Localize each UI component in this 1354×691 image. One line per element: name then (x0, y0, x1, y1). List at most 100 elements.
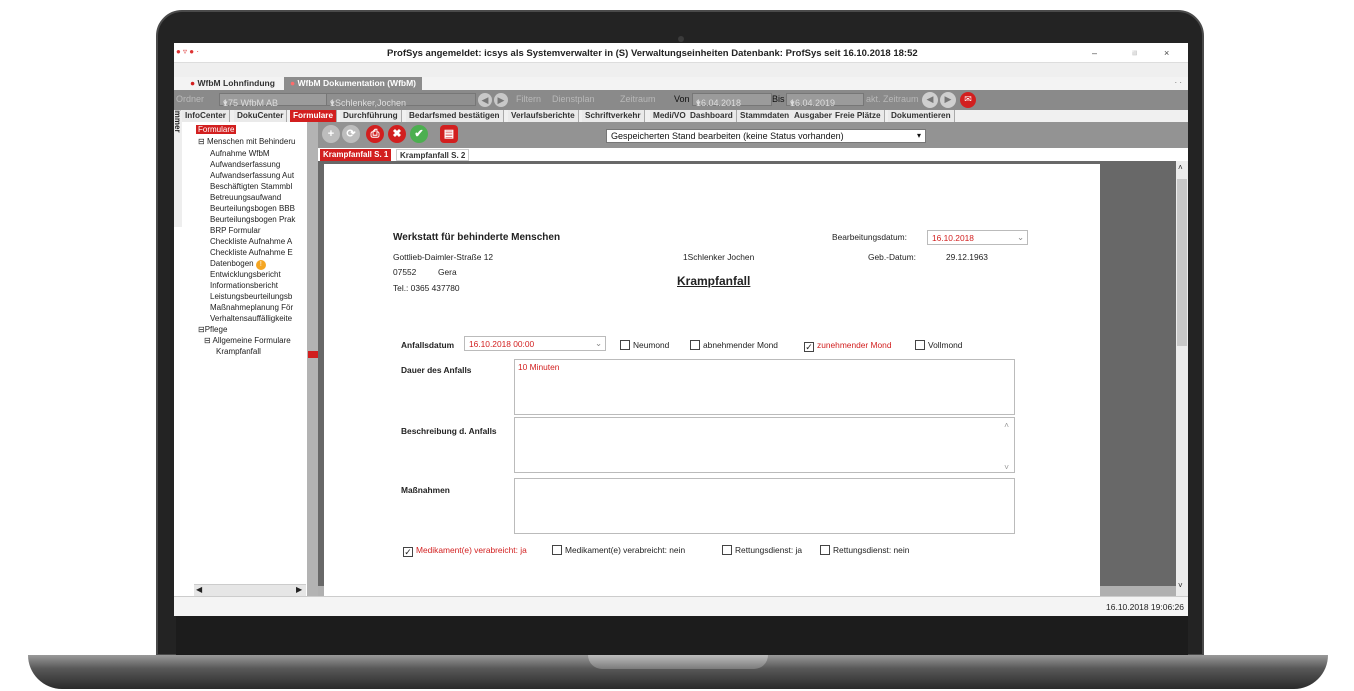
checkbox-rettungsdienst-nein[interactable]: Rettungsdienst: nein (820, 545, 909, 555)
print-icon[interactable]: ⎙ (366, 125, 384, 143)
tree-group-allgemeine[interactable]: ⊟ Allgemeine Formulare (204, 336, 291, 345)
scroll-right-icon[interactable]: ▶ (296, 585, 302, 594)
scroll-up-icon[interactable]: ˄ (1004, 420, 1009, 430)
saved-state-select[interactable]: Gespeicherten Stand bearbeiten (keine St… (606, 129, 926, 143)
arrow-left-icon[interactable]: ◀ (478, 93, 492, 107)
tree-item[interactable]: Betreuungsaufwand (210, 193, 281, 202)
dienstplan-link[interactable]: Dienstplan (552, 94, 595, 104)
tree-item[interactable]: Checkliste Aufnahme E (210, 248, 293, 257)
tree-item[interactable]: Aufnahme WfbM (210, 149, 270, 158)
checkbox-label: Rettungsdienst: nein (833, 545, 910, 555)
panel-splitter[interactable] (307, 122, 318, 596)
beschreibung-textarea[interactable]: ˄ ˅ (514, 417, 1015, 473)
checkbox-vollmond[interactable]: Vollmond (915, 340, 962, 350)
app-tab-row: ● WfbM Lohnfindung ● WfbM Dokumentation … (174, 77, 1188, 90)
tree-scrollbar[interactable]: ◀ ▶ (194, 584, 306, 596)
tree-item[interactable]: Verhaltensauffälligkeite (210, 314, 292, 323)
chevron-down-icon: ⌄ (1016, 232, 1024, 242)
menu-verlaufsberichte[interactable]: Verlaufsberichte (508, 110, 579, 122)
menu-dokucenter[interactable]: DokuCenter (234, 110, 288, 122)
add-icon[interactable]: + (322, 125, 340, 143)
massnahmen-textarea[interactable] (514, 478, 1015, 534)
menu-infocenter[interactable]: InfoCenter (182, 110, 230, 122)
tree-item[interactable]: Beurteilungsbogen Prak (210, 215, 295, 224)
tree-item-krampfanfall[interactable]: Krampfanfall (216, 347, 261, 356)
menu-ausgaben[interactable]: Ausgaben (791, 110, 838, 122)
zeitraum-link[interactable]: Zeitraum (620, 94, 656, 104)
tab-overflow-icon[interactable]: · · (1174, 78, 1182, 87)
page-tab-1[interactable]: Krampfanfall S. 1 (320, 149, 392, 161)
anfallsdatum-input[interactable]: 16.10.2018 00:00 ⌄ (464, 336, 606, 351)
mail-icon[interactable]: ✉ (960, 92, 976, 108)
tree-item[interactable]: BRP Formular (210, 226, 261, 235)
tree-item[interactable]: Aufwandserfassung (210, 160, 280, 169)
arrow-right-icon[interactable]: ▶ (494, 93, 508, 107)
checkbox-label: Medikament(e) verabreicht: nein (565, 545, 686, 555)
close-button[interactable]: × (1164, 48, 1169, 58)
scroll-down-icon[interactable]: ˅ (1178, 581, 1183, 590)
org-phone: Tel.: 0365 437780 (393, 283, 460, 293)
tab-dot-icon: ● (190, 78, 196, 88)
massnahmen-label: Maßnahmen (401, 485, 450, 495)
refresh-icon[interactable]: ⟳ (342, 125, 360, 143)
tree-group-menschen[interactable]: ⊟ Menschen mit Behinderu (198, 137, 295, 146)
tree-item[interactable]: Informationsbericht (210, 281, 278, 290)
menu-formulare[interactable]: Formulare (290, 110, 338, 122)
app-tab-dokumentation[interactable]: ● WfbM Dokumentation (WfbM) (284, 77, 423, 90)
tree-item[interactable]: Leistungsbeurteilungsb (210, 292, 292, 301)
bis-date-input[interactable]: 16.04.2019 ▾ (786, 93, 864, 108)
delete-icon[interactable]: ✖ (388, 125, 406, 143)
checkbox-rettungsdienst-ja[interactable]: Rettungsdienst: ja (722, 545, 802, 555)
filtern-link[interactable]: Filtern (516, 94, 541, 104)
tree-item[interactable]: Aufwandserfassung Aut (210, 171, 294, 180)
saved-state-value: Gespeicherten Stand bearbeiten (keine St… (611, 131, 844, 141)
von-date-input[interactable]: 16.04.2018 ▾ (692, 93, 772, 108)
ordner-select[interactable]: 175 WfbM AB ▾ (219, 93, 327, 108)
tree-item[interactable]: Maßnahmeplanung För (210, 303, 293, 312)
checkbox-medikament-nein[interactable]: Medikament(e) verabreicht: nein (552, 545, 685, 555)
minimize-button[interactable]: – (1092, 48, 1097, 58)
tree-item[interactable]: Entwicklungsbericht (210, 270, 281, 279)
splitter-handle[interactable] (308, 351, 318, 358)
app-tab-lohnfindung[interactable]: ● WfbM Lohnfindung (184, 77, 281, 90)
checkbox-medikament-ja[interactable]: ✓ Medikament(e) verabreicht: ja (403, 545, 527, 557)
scroll-up-icon[interactable]: ˄ (1178, 163, 1183, 172)
filter-toolbar: Ordner 175 WfbM AB ▾ 1Schlenker,Jochen ▾ ◀… (174, 90, 1188, 110)
tree-group-pflege[interactable]: ⊟Pflege (198, 325, 227, 334)
menu-bedarfsmed[interactable]: Bedarfsmed bestätigen (406, 110, 504, 122)
menu-stammdaten[interactable]: Stammdaten (737, 110, 794, 122)
bearbeitungsdatum-input[interactable]: 16.10.2018 ⌄ (927, 230, 1028, 245)
scroll-down-icon[interactable]: ˅ (1004, 462, 1009, 472)
chevron-down-icon: ▾ (790, 98, 795, 108)
scroll-left-icon[interactable]: ◀ (196, 585, 202, 594)
form-tree: Formulare ⊟ Menschen mit Behinderu Aufna… (194, 123, 304, 583)
tree-item[interactable]: Checkliste Aufnahme A (210, 237, 292, 246)
menu-dashboard[interactable]: Dashboard (687, 110, 737, 122)
vscroll-thumb[interactable] (1177, 179, 1187, 346)
maximize-button[interactable]: ◽ (1129, 48, 1140, 59)
window-menu-icon[interactable]: ● ▿ ● · (176, 47, 199, 56)
save-check-icon[interactable]: ✔ (410, 125, 428, 143)
page-tab-2[interactable]: Krampfanfall S. 2 (396, 149, 470, 161)
arrow-right-icon[interactable]: ▶ (940, 92, 956, 108)
menu-schriftverkehr[interactable]: Schriftverkehr (582, 110, 645, 122)
tree-item-datenbogen[interactable]: Datenbogen ! (210, 259, 266, 270)
menu-dokumentieren[interactable]: Dokumentieren (888, 110, 955, 122)
collapse-icon: ⊟ (204, 336, 211, 345)
checkbox-zunehmender-mond[interactable]: ✓ zunehmender Mond (804, 340, 892, 352)
document-icon[interactable]: ▤ (440, 125, 458, 143)
menu-freie-plaetze[interactable]: Freie Plätze (832, 110, 885, 122)
tree-item[interactable]: Beurteilungsbogen BBB (210, 204, 295, 213)
checkbox-abnehmender-mond[interactable]: abnehmender Mond (690, 340, 778, 350)
checkbox-neumond[interactable]: Neumond (620, 340, 669, 350)
org-street: Gottlieb-Daimler-Straße 12 (393, 252, 494, 262)
menu-medivo[interactable]: Medi/VO (650, 110, 690, 122)
tree-root-formulare[interactable]: Formulare (196, 125, 237, 134)
tree-item[interactable]: Beschäftigten Stammbl (210, 182, 292, 191)
akt-zeitraum-link[interactable]: akt. Zeitraum (866, 94, 919, 104)
dauer-textarea[interactable]: 10 Minuten (514, 359, 1015, 415)
arrow-left-icon[interactable]: ◀ (922, 92, 938, 108)
person-select[interactable]: 1Schlenker,Jochen ▾ (326, 93, 476, 108)
menu-durchfuehrung[interactable]: Durchführung (340, 110, 402, 122)
geb-label: Geb.-Datum: (868, 252, 916, 262)
